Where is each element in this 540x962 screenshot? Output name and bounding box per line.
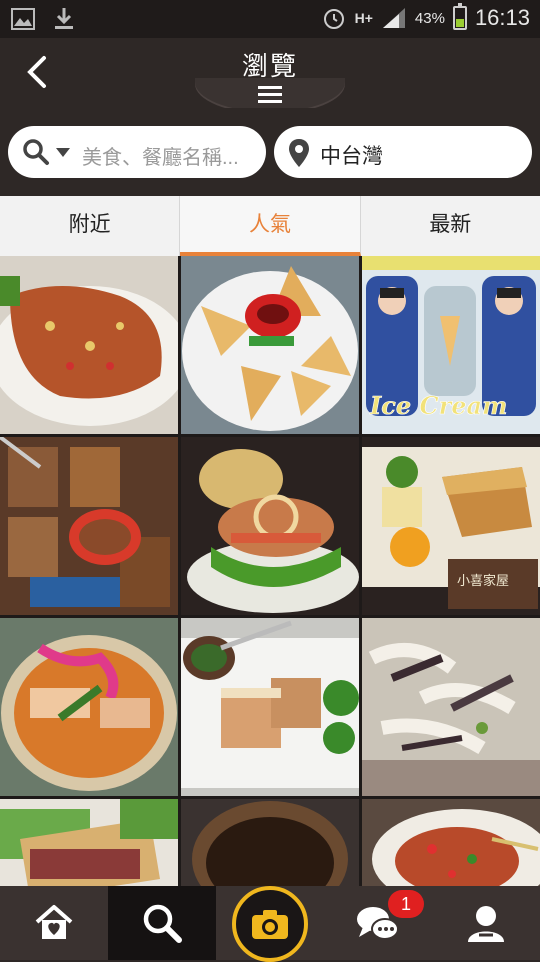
location-value: 中台灣 bbox=[320, 145, 383, 168]
photo-tile[interactable] bbox=[181, 437, 359, 615]
photo-tile[interactable] bbox=[0, 256, 178, 434]
nav-search[interactable] bbox=[108, 886, 216, 960]
search-row: 美食、餐廳名稱... 中台灣 bbox=[0, 108, 540, 196]
bottom-nav: 1 bbox=[0, 886, 540, 962]
photo-tile[interactable] bbox=[362, 799, 540, 886]
battery-percent: 43% bbox=[414, 9, 445, 27]
photo-grid: Ice Cream 小喜家屋 bbox=[0, 256, 540, 886]
network-type: H+ bbox=[354, 10, 373, 26]
image-icon bbox=[11, 8, 35, 30]
search-input[interactable]: 美食、餐廳名稱... bbox=[8, 126, 266, 178]
header: 瀏覽 bbox=[0, 38, 540, 112]
category-dropdown-icon[interactable] bbox=[56, 148, 70, 157]
search-icon bbox=[23, 139, 49, 165]
photo-tile[interactable] bbox=[181, 799, 359, 886]
camera-icon bbox=[252, 910, 288, 939]
photo-tile[interactable]: Ice Cream bbox=[362, 256, 540, 434]
status-bar: H+ 43% 16:13 bbox=[0, 0, 540, 38]
nav-home[interactable] bbox=[0, 886, 108, 960]
photo-tile[interactable] bbox=[0, 799, 178, 886]
photo-tile[interactable] bbox=[181, 256, 359, 434]
nav-profile[interactable] bbox=[432, 886, 540, 960]
profile-icon bbox=[468, 906, 504, 942]
camera-button[interactable] bbox=[232, 886, 308, 962]
home-icon bbox=[35, 905, 73, 939]
photo-tile[interactable] bbox=[0, 618, 178, 796]
photo-tile[interactable] bbox=[181, 618, 359, 796]
location-input[interactable]: 中台灣 bbox=[274, 126, 532, 178]
download-icon bbox=[55, 8, 73, 29]
alarm-icon bbox=[323, 9, 344, 29]
chat-badge: 1 bbox=[388, 890, 424, 918]
signal-icon bbox=[382, 8, 405, 28]
photo-caption: Ice Cream bbox=[369, 391, 507, 420]
menu-icon[interactable] bbox=[195, 78, 345, 112]
photo-tile[interactable] bbox=[362, 618, 540, 796]
tab-nearby[interactable]: 附近 bbox=[0, 196, 181, 256]
photo-tile[interactable]: 小喜家屋 bbox=[362, 437, 540, 615]
search-placeholder: 美食、餐廳名稱... bbox=[82, 147, 239, 169]
tab-newest[interactable]: 最新 bbox=[361, 196, 540, 256]
search-icon bbox=[143, 904, 182, 943]
photo-tile[interactable] bbox=[0, 437, 178, 615]
photo-caption: 小喜家屋 bbox=[457, 573, 509, 589]
filter-tabs: 附近 人氣 最新 bbox=[0, 196, 540, 256]
battery-icon bbox=[452, 3, 467, 30]
clock: 16:13 bbox=[474, 5, 530, 30]
tab-popular[interactable]: 人氣 bbox=[180, 196, 361, 256]
location-pin-icon bbox=[289, 139, 309, 167]
